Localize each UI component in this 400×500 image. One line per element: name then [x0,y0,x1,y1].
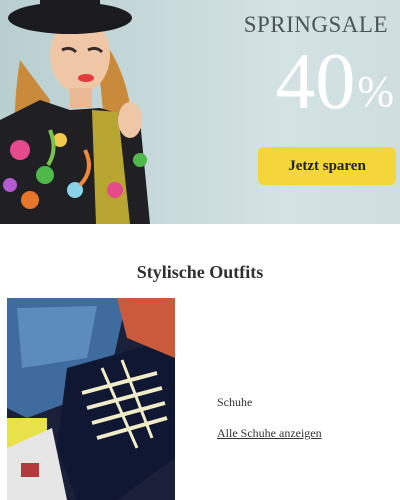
section-title: Stylische Outfits [136,262,264,282]
shop-now-button[interactable]: Jetzt sparen [258,147,396,185]
discount-symbol: % [357,67,394,116]
promo-banner[interactable]: SPRINGSALE 40 % Jetzt sparen [0,0,400,224]
view-all-shoes-link[interactable]: Alle Schuhe anzeigen [217,426,322,441]
product-label: Schuhe [217,395,253,409]
discount-number: 40 [275,38,356,126]
discount-value: 40 % [275,42,394,122]
sale-title: SPRINGSALE [243,12,388,37]
shoes-product-image[interactable] [7,298,175,500]
model-photo [0,0,150,224]
